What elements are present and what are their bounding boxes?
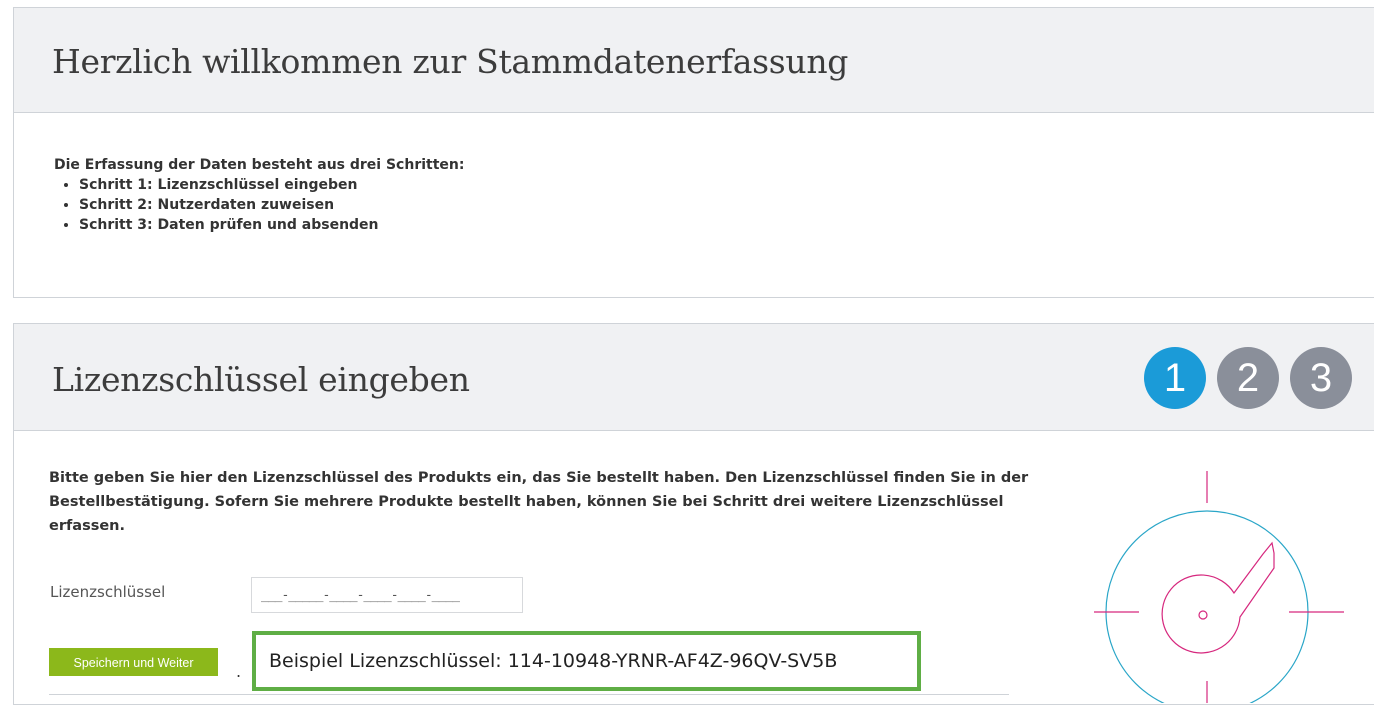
step-3-indicator: 3 [1290, 347, 1352, 409]
step-indicator: 1 2 3 [1144, 347, 1352, 409]
list-item: Schritt 3: Daten prüfen und absenden [79, 215, 464, 235]
steps-list: Schritt 1: Lizenzschlüssel eingeben Schr… [54, 175, 464, 235]
step-1-indicator: 1 [1144, 347, 1206, 409]
intro-heading: Die Erfassung der Daten besteht aus drei… [54, 157, 465, 173]
license-key-label: Lizenzschlüssel [50, 583, 166, 601]
list-item: Schritt 2: Nutzerdaten zuweisen [79, 195, 464, 215]
key-technical-drawing-icon [1094, 471, 1344, 703]
welcome-header: Herzlich willkommen zur Stammdatenerfass… [14, 8, 1374, 113]
dot-text: . [236, 662, 242, 681]
list-item: Schritt 1: Lizenzschlüssel eingeben [79, 175, 464, 195]
example-license-key-box: Beispiel Lizenzschlüssel: 114-10948-YRNR… [252, 631, 921, 691]
license-description: Bitte geben Sie hier den Lizenzschlüssel… [49, 470, 1029, 534]
welcome-panel: Herzlich willkommen zur Stammdatenerfass… [13, 7, 1374, 298]
license-panel: Lizenzschlüssel eingeben 1 2 3 Bitte geb… [13, 323, 1374, 705]
license-header: Lizenzschlüssel eingeben 1 2 3 [14, 324, 1374, 431]
divider [49, 694, 1009, 695]
welcome-title: Herzlich willkommen zur Stammdatenerfass… [52, 42, 849, 81]
license-key-input[interactable]: ___-_____-____-____-____-____ [251, 577, 523, 613]
license-title: Lizenzschlüssel eingeben [52, 360, 470, 399]
save-and-continue-button[interactable]: Speichern und Weiter [49, 648, 218, 676]
step-2-indicator: 2 [1217, 347, 1279, 409]
intro-text: Die Erfassung der Daten besteht aus drei… [54, 155, 464, 235]
